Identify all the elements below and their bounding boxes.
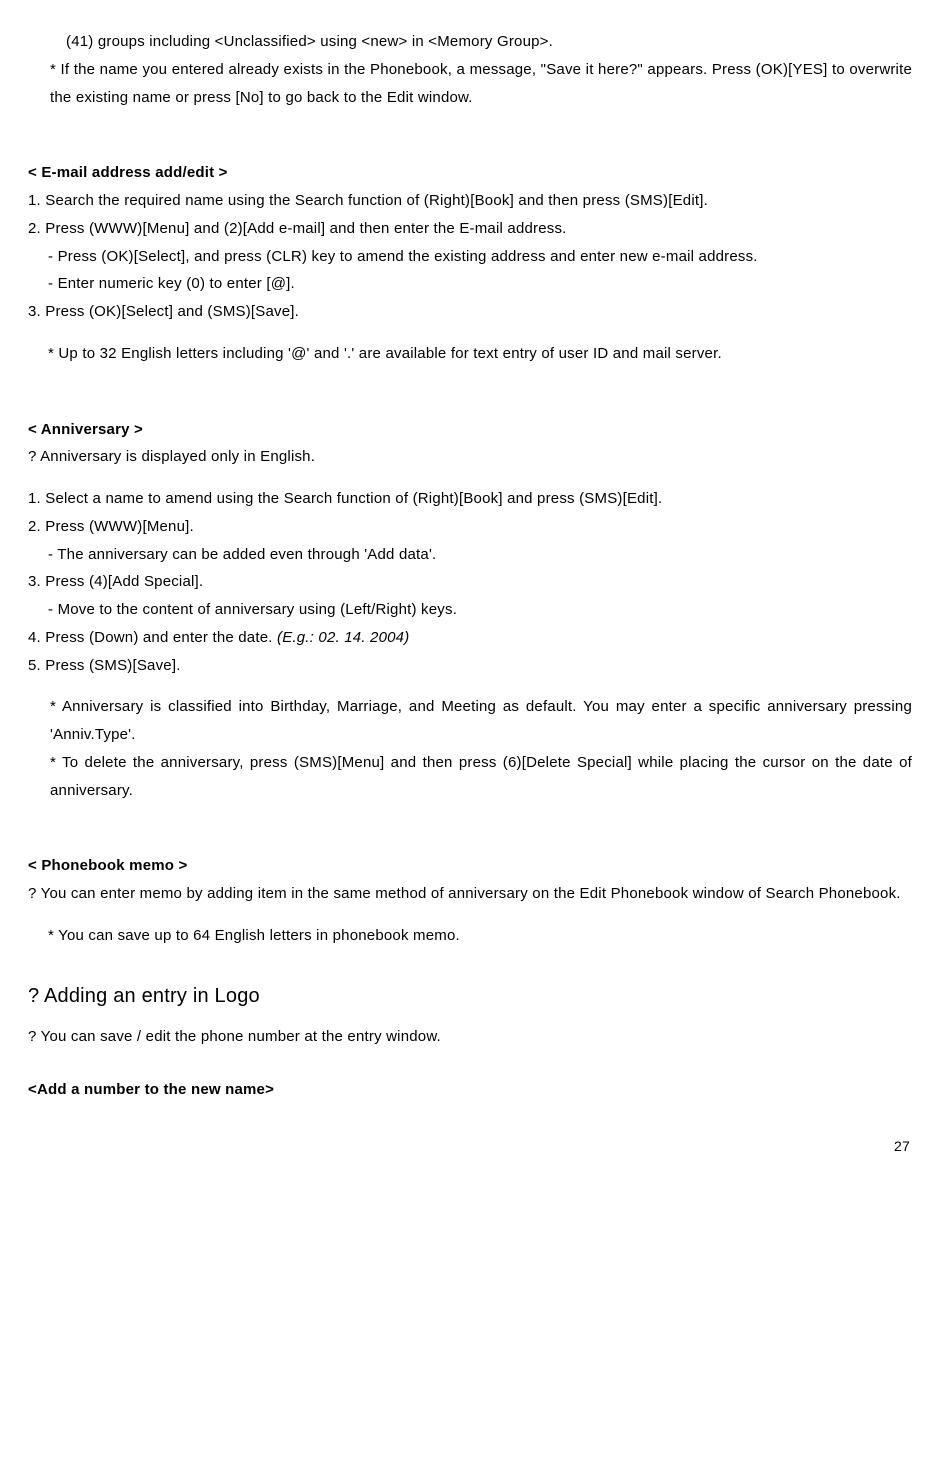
section-email-head: < E-mail address add/edit > bbox=[28, 159, 914, 187]
anniv-step-2: 2. Press (WWW)[Menu]. bbox=[28, 513, 914, 541]
logo-intro: ? You can save / edit the phone number a… bbox=[28, 1023, 914, 1051]
anniv-step-1: 1. Select a name to amend using the Sear… bbox=[28, 485, 914, 513]
text-note: * If the name you entered already exists… bbox=[28, 56, 914, 112]
section-anniv-head: < Anniversary > bbox=[28, 416, 914, 444]
text-line: (41) groups including <Unclassified> usi… bbox=[28, 28, 914, 56]
anniv-step-4-text: 4. Press (Down) and enter the date. bbox=[28, 629, 277, 646]
email-step-2: 2. Press (WWW)[Menu] and (2)[Add e-mail]… bbox=[28, 215, 914, 243]
email-step-1: 1. Search the required name using the Se… bbox=[28, 187, 914, 215]
anniv-intro: ? Anniversary is displayed only in Engli… bbox=[28, 443, 914, 471]
anniv-step-2a: - The anniversary can be added even thro… bbox=[28, 541, 914, 569]
section-add-number-head: <Add a number to the new name> bbox=[28, 1076, 914, 1104]
email-step-2a: - Press (OK)[Select], and press (CLR) ke… bbox=[28, 243, 914, 271]
anniv-step-4-example: (E.g.: 02. 14. 2004) bbox=[277, 629, 409, 646]
anniv-note-2: * To delete the anniversary, press (SMS)… bbox=[28, 749, 914, 805]
email-step-2b: - Enter numeric key (0) to enter [@]. bbox=[28, 270, 914, 298]
email-step-3: 3. Press (OK)[Select] and (SMS)[Save]. bbox=[28, 298, 914, 326]
section-logo-head: ? Adding an entry in Logo bbox=[28, 978, 914, 1015]
memo-intro: ? You can enter memo by adding item in t… bbox=[28, 880, 914, 908]
memo-note: * You can save up to 64 English letters … bbox=[28, 922, 914, 950]
anniv-step-5: 5. Press (SMS)[Save]. bbox=[28, 652, 914, 680]
anniv-step-3: 3. Press (4)[Add Special]. bbox=[28, 568, 914, 596]
anniv-step-4: 4. Press (Down) and enter the date. (E.g… bbox=[28, 624, 914, 652]
anniv-step-3a: - Move to the content of anniversary usi… bbox=[28, 596, 914, 624]
anniv-note-1: * Anniversary is classified into Birthda… bbox=[28, 693, 914, 749]
page-number: 27 bbox=[28, 1134, 914, 1160]
section-memo-head: < Phonebook memo > bbox=[28, 852, 914, 880]
email-note: * Up to 32 English letters including '@'… bbox=[28, 340, 914, 368]
